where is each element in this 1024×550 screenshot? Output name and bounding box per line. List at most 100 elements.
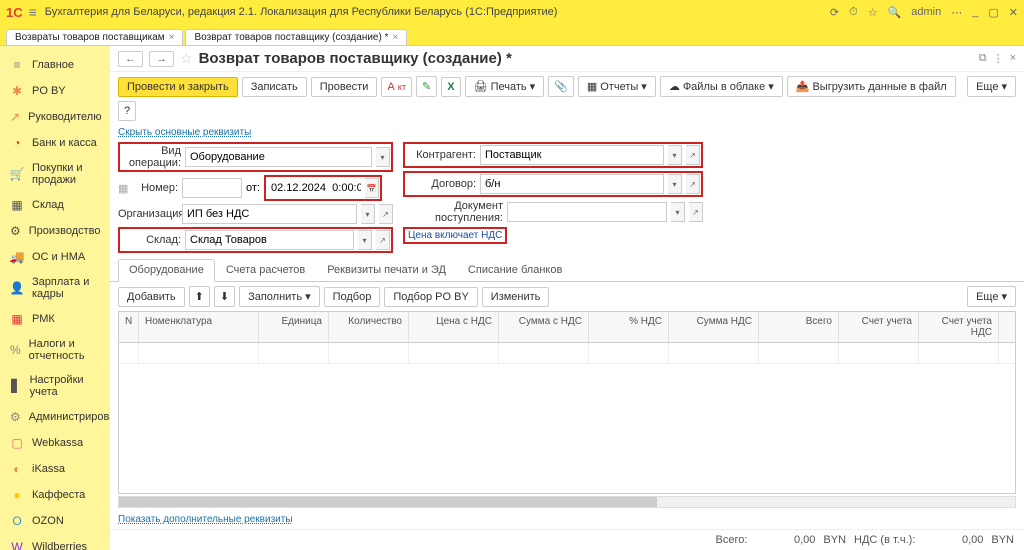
sidebar-item[interactable]: ▦РМК — [0, 306, 110, 332]
open-icon[interactable]: ↗ — [686, 145, 700, 165]
sidebar-item[interactable]: ◐iKassa — [0, 456, 110, 482]
calendar-icon[interactable]: 📅 — [365, 178, 379, 198]
close-icon[interactable]: ✕ — [1009, 6, 1018, 19]
doc-tab[interactable]: Счета расчетов — [215, 259, 316, 281]
open-icon[interactable]: ↗ — [379, 204, 393, 224]
structure-button[interactable]: Акт — [381, 77, 412, 97]
org-input[interactable] — [182, 204, 357, 224]
grid-column-header[interactable]: Номенклатура — [139, 312, 259, 342]
user-label[interactable]: admin — [911, 6, 941, 18]
maximize-icon[interactable]: ▢ — [988, 6, 998, 19]
grid-column-header[interactable]: Счет учета — [839, 312, 919, 342]
horizontal-scrollbar[interactable] — [118, 496, 1016, 508]
pick-button[interactable]: Подбор — [324, 287, 381, 307]
search-icon[interactable]: 🔍 — [888, 6, 902, 19]
sidebar-item[interactable]: ◔Банк и касса — [0, 130, 110, 156]
sidebar-item[interactable]: ▢Webkassa — [0, 430, 110, 456]
sidebar-item[interactable]: %Налоги и отчетность — [0, 332, 110, 368]
sidebar-item[interactable]: OOZON — [0, 508, 110, 534]
move-up-button[interactable]: ⬆ — [189, 286, 210, 307]
sidebar-item[interactable]: WWildberries — [0, 534, 110, 550]
sidebar-item[interactable]: ≡Главное — [0, 52, 110, 78]
grid-column-header[interactable]: % НДС — [589, 312, 669, 342]
grid-column-header[interactable]: Количество — [329, 312, 409, 342]
history-icon[interactable]: ⏱ — [849, 6, 858, 19]
price-includes-vat-link[interactable]: Цена включает НДС — [403, 227, 507, 244]
post-button[interactable]: Провести — [311, 77, 378, 97]
grid-column-header[interactable]: Сумма с НДС — [499, 312, 589, 342]
show-additional-link[interactable]: Показать дополнительные реквизиты — [110, 510, 1024, 529]
dropdown-icon[interactable]: ▾ — [671, 202, 685, 222]
fill-button[interactable]: Заполнить ▾ — [239, 286, 320, 307]
dropdown-icon[interactable]: ▾ — [376, 147, 390, 167]
grid-column-header[interactable]: N — [119, 312, 139, 342]
grid-column-header[interactable]: Цена с НДС — [409, 312, 499, 342]
open-icon[interactable]: ↗ — [686, 174, 700, 194]
sidebar-item[interactable]: ✱PO BY — [0, 78, 110, 104]
open-icon[interactable]: ↗ — [376, 230, 390, 250]
sidebar-item[interactable]: 🚚ОС и НМА — [0, 244, 110, 270]
help-button[interactable]: ? — [118, 101, 136, 121]
menu-icon[interactable]: ≡ — [29, 4, 37, 20]
favorite-star-icon[interactable]: ☆ — [180, 50, 193, 67]
pick-po-button[interactable]: Подбор PO BY — [384, 287, 477, 307]
close-doc-icon[interactable]: × — [1010, 52, 1016, 65]
print-preview-button[interactable]: ✎ — [416, 76, 437, 97]
grid-column-header[interactable]: Сумма НДС — [669, 312, 759, 342]
grid-column-header[interactable]: Единица — [259, 312, 329, 342]
more-button[interactable]: Еще ▾ — [967, 76, 1016, 97]
edit-row-button[interactable]: Изменить — [482, 287, 550, 307]
grid-body[interactable] — [118, 343, 1016, 494]
detach-icon[interactable]: ⧉ — [979, 52, 987, 65]
contractor-input[interactable] — [480, 145, 664, 165]
open-icon[interactable]: ↗ — [689, 202, 703, 222]
doc-tab[interactable]: Оборудование — [118, 259, 215, 282]
sidebar-item[interactable]: 🛒Покупки и продажи — [0, 156, 110, 192]
move-down-button[interactable]: ⬇ — [214, 286, 235, 307]
date-input[interactable] — [267, 178, 365, 198]
dropdown-icon[interactable]: ▾ — [668, 174, 682, 194]
grid-column-header[interactable]: Счет учета НДС — [919, 312, 999, 342]
cloud-files-button[interactable]: ☁ Файлы в облаке ▾ — [660, 76, 783, 97]
favorite-icon[interactable]: ☆ — [868, 6, 878, 19]
grid-empty-row[interactable] — [119, 343, 1015, 364]
export-file-button[interactable]: 📤 Выгрузить данные в файл — [787, 76, 956, 97]
minimize-icon[interactable]: _ — [972, 6, 978, 18]
receipt-input[interactable] — [507, 202, 667, 222]
barcode-icon[interactable]: ▦ — [118, 182, 134, 195]
dropdown-icon[interactable]: ▾ — [668, 145, 682, 165]
window-tab[interactable]: Возвраты товаров поставщикам × — [6, 29, 183, 45]
doc-tab[interactable]: Списание бланков — [457, 259, 573, 281]
sidebar-item[interactable]: ⚙Производство — [0, 218, 110, 244]
dropdown-icon[interactable]: ▾ — [358, 230, 372, 250]
options-icon[interactable]: ⋯ — [951, 6, 962, 19]
sidebar-item[interactable]: ⚙Администрирование — [0, 404, 110, 430]
nav-forward-button[interactable]: → — [149, 51, 174, 67]
menu-dots-icon[interactable]: ⋮ — [993, 52, 1004, 65]
tab-close-icon[interactable]: × — [393, 32, 399, 43]
sidebar-item[interactable]: ↗Руководителю — [0, 104, 110, 130]
add-row-button[interactable]: Добавить — [118, 287, 185, 307]
post-and-close-button[interactable]: Провести и закрыть — [118, 77, 238, 97]
activity-icon[interactable]: ⟳ — [830, 6, 839, 19]
warehouse-input[interactable] — [185, 230, 354, 250]
tab-close-icon[interactable]: × — [169, 32, 175, 43]
nav-back-button[interactable]: ← — [118, 51, 143, 67]
operation-input[interactable] — [185, 147, 372, 167]
hide-requisites-link[interactable]: Скрыть основные реквизиты — [110, 125, 1024, 140]
sidebar-item[interactable]: ▦Склад — [0, 192, 110, 218]
doc-tab[interactable]: Реквизиты печати и ЭД — [316, 259, 457, 281]
sidebar-item[interactable]: ▋Настройки учета — [0, 368, 110, 404]
sidebar-item[interactable]: ●Каффеста — [0, 482, 110, 508]
number-input[interactable] — [182, 178, 242, 198]
contract-input[interactable] — [480, 174, 664, 194]
table-more-button[interactable]: Еще ▾ — [967, 286, 1016, 307]
save-button[interactable]: Записать — [242, 77, 307, 97]
sidebar-item[interactable]: 👤Зарплата и кадры — [0, 270, 110, 306]
window-tab[interactable]: Возврат товаров поставщику (создание) * … — [185, 29, 407, 45]
attach-button[interactable]: 📎 — [548, 76, 574, 97]
excel-button[interactable]: X — [441, 77, 460, 97]
dropdown-icon[interactable]: ▾ — [361, 204, 375, 224]
reports-button[interactable]: ▦ Отчеты ▾ — [578, 76, 656, 97]
grid-column-header[interactable]: Всего — [759, 312, 839, 342]
